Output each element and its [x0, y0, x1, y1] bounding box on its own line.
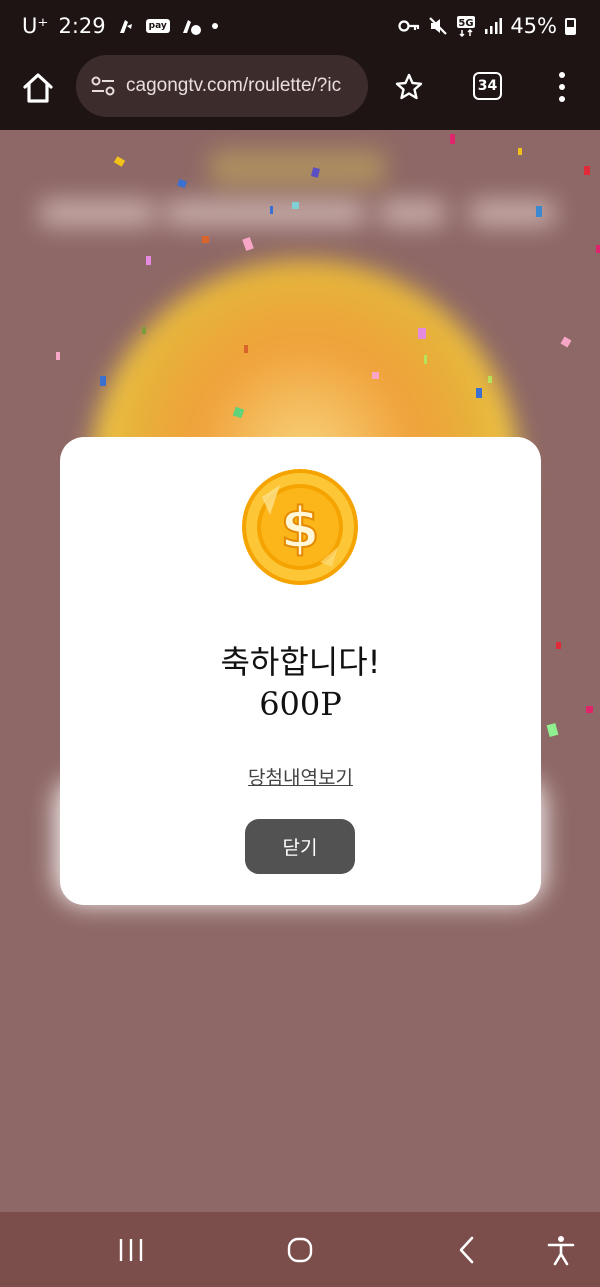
overflow-menu-button[interactable] — [552, 70, 572, 104]
star-icon — [395, 73, 423, 100]
confetti — [450, 134, 455, 144]
blurred-text — [380, 200, 445, 226]
browser-toolbar: cagongtv.com/roulette/?ic 34 — [0, 52, 600, 130]
key-icon — [398, 19, 420, 33]
confetti — [372, 372, 379, 379]
confetti — [424, 355, 427, 364]
confetti — [586, 706, 593, 713]
confetti — [56, 352, 60, 360]
status-right: 5G 45% — [398, 14, 576, 38]
network-type-label: 5G — [459, 18, 474, 29]
gold-coin-icon: $ — [242, 469, 358, 585]
back-button[interactable] — [450, 1234, 484, 1266]
carrier-label: U⁺ — [22, 14, 49, 38]
clock: 2:29 — [58, 14, 106, 38]
confetti — [100, 376, 106, 386]
accessibility-icon — [547, 1236, 575, 1266]
confetti — [556, 642, 561, 649]
accessibility-button[interactable] — [544, 1234, 578, 1266]
svg-text:$: $ — [281, 496, 320, 561]
tab-switcher-button[interactable]: 34 — [473, 72, 502, 100]
mute-icon — [428, 16, 448, 36]
status-left: U⁺ 2:29 pay — [22, 14, 218, 38]
congratulations-title: 축하합니다! — [220, 643, 381, 681]
dot-icon — [559, 96, 565, 102]
confetti — [584, 166, 590, 175]
url-text[interactable]: cagongtv.com/roulette/?ic — [126, 75, 341, 97]
home-button[interactable] — [20, 70, 56, 106]
more-notifications-dot-icon — [211, 23, 218, 29]
confetti — [244, 345, 248, 353]
confetti — [476, 388, 482, 398]
network-icon: 5G — [456, 15, 476, 37]
battery-icon — [565, 17, 576, 35]
blurred-text — [40, 200, 155, 226]
recent-apps-icon — [119, 1239, 143, 1261]
close-button[interactable]: 닫기 — [245, 819, 355, 874]
confetti — [270, 206, 273, 214]
blurred-text — [470, 200, 555, 226]
winning-history-link[interactable]: 당첨내역보기 — [60, 763, 541, 790]
home-nav-button[interactable] — [283, 1234, 317, 1266]
bookmark-button[interactable] — [394, 72, 424, 102]
back-icon — [459, 1236, 474, 1264]
pay-icon: pay — [145, 19, 170, 33]
confetti — [596, 245, 600, 253]
confetti — [536, 206, 542, 217]
dot-icon — [559, 84, 565, 90]
recent-apps-button[interactable] — [114, 1234, 148, 1266]
confetti — [202, 236, 209, 243]
home-circle-icon — [287, 1237, 313, 1263]
dot-icon — [559, 72, 565, 78]
status-bar: U⁺ 2:29 pay 5G 45% — [0, 0, 600, 52]
reward-modal: $ 축하합니다! 600P 당첨내역보기 닫기 — [60, 437, 541, 905]
notification-app-icon — [116, 16, 136, 36]
address-bar[interactable]: cagongtv.com/roulette/?ic — [76, 55, 368, 117]
confetti — [518, 148, 522, 155]
confetti — [418, 328, 426, 339]
confetti — [488, 376, 492, 383]
blurred-heading — [210, 150, 385, 186]
reward-points: 600P — [259, 685, 342, 723]
signal-icon — [484, 17, 503, 35]
notification-app-icon-2 — [180, 16, 202, 36]
system-navigation-bar — [0, 1212, 600, 1287]
blurred-text — [165, 200, 365, 226]
confetti — [142, 327, 146, 334]
home-icon — [23, 73, 53, 103]
battery-percent: 45% — [510, 14, 557, 38]
confetti — [146, 256, 151, 265]
site-settings-icon[interactable] — [90, 73, 116, 99]
confetti — [292, 202, 299, 209]
